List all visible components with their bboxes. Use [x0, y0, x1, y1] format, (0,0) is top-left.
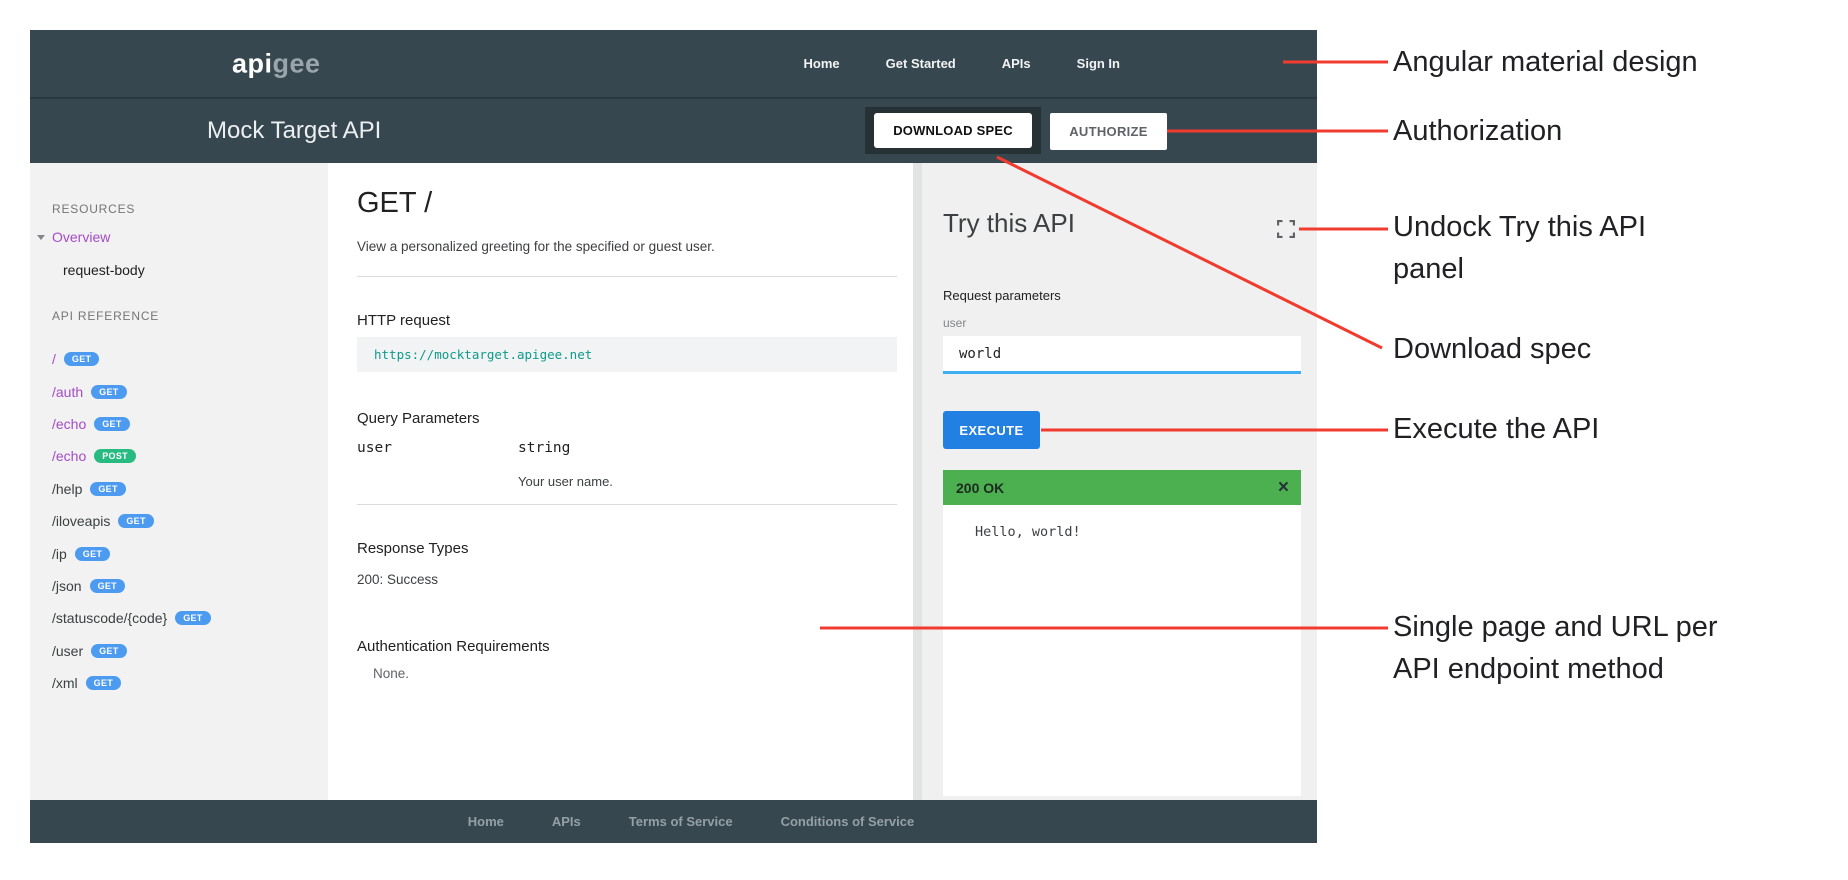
- endpoint-path: /xml: [52, 675, 78, 691]
- sidebar-item-endpoint[interactable]: /user GET: [52, 635, 211, 667]
- endpoint-path: /statuscode/{code}: [52, 610, 167, 626]
- endpoint-path: /ip: [52, 546, 67, 562]
- endpoint-path: /user: [52, 643, 83, 659]
- annotation-execute: Execute the API: [1393, 408, 1813, 450]
- sidebar-item-endpoint[interactable]: /iloveapis GET: [52, 505, 211, 537]
- annotation-authorization: Authorization: [1393, 110, 1813, 152]
- endpoint-path: /echo: [52, 448, 86, 464]
- nav-links: Home Get Started APIs Sign In: [804, 30, 1120, 97]
- api-title-bar: Mock Target API DOWNLOAD SPEC AUTHORIZE: [30, 99, 1317, 163]
- endpoint-path: /: [52, 351, 56, 367]
- method-badge: POST: [94, 449, 136, 463]
- response-types-header: Response Types: [357, 540, 468, 557]
- endpoint-doc-panel: GET / View a personalized greeting for t…: [328, 163, 913, 800]
- authorize-button[interactable]: AUTHORIZE: [1050, 113, 1167, 150]
- annotation-single-page: Single page and URL per API endpoint met…: [1393, 606, 1813, 690]
- api-reference-header: API REFERENCE: [52, 309, 159, 323]
- user-field-label: user: [943, 316, 966, 330]
- sidebar-item-overview[interactable]: Overview: [37, 229, 110, 245]
- footer-link-conditions[interactable]: Conditions of Service: [781, 814, 915, 829]
- nav-link-sign-in[interactable]: Sign In: [1077, 56, 1120, 71]
- page: apigee Home Get Started APIs Sign In Moc…: [0, 0, 1848, 880]
- sidebar-item-endpoint[interactable]: /ip GET: [52, 537, 211, 569]
- logo-part-gee: gee: [273, 48, 321, 78]
- footer-link-home[interactable]: Home: [468, 814, 504, 829]
- api-portal-window: apigee Home Get Started APIs Sign In Moc…: [30, 30, 1317, 843]
- sidebar-item-endpoint[interactable]: /help GET: [52, 473, 211, 505]
- response-type-value: 200: Success: [357, 572, 438, 587]
- apigee-logo: apigee: [232, 48, 321, 79]
- endpoint-path: /json: [52, 578, 82, 594]
- divider: [357, 504, 897, 505]
- overview-label: Overview: [52, 229, 110, 245]
- execute-button[interactable]: EXECUTE: [943, 411, 1040, 449]
- status-code: 200 OK: [956, 480, 1004, 496]
- method-badge: GET: [118, 514, 153, 528]
- footer-link-terms[interactable]: Terms of Service: [629, 814, 733, 829]
- sidebar-item-endpoint[interactable]: /echo GET: [52, 408, 211, 440]
- auth-requirements-value: None.: [373, 666, 409, 681]
- endpoint-path: /auth: [52, 384, 83, 400]
- method-badge: GET: [64, 352, 99, 366]
- param-type: string: [518, 440, 570, 456]
- response-body: Hello, world!: [943, 505, 1301, 540]
- close-icon[interactable]: ×: [1278, 478, 1289, 497]
- method-badge: GET: [175, 611, 210, 625]
- endpoint-list: / GET /auth GET /echo GET /echo POST: [52, 343, 211, 699]
- annotation-download-spec: Download spec: [1393, 328, 1813, 370]
- method-badge: GET: [86, 676, 121, 690]
- nav-link-home[interactable]: Home: [804, 56, 840, 71]
- annotation-angular-material: Angular material design: [1393, 41, 1813, 83]
- method-badge: GET: [91, 385, 126, 399]
- footer: Home APIs Terms of Service Conditions of…: [30, 800, 1317, 843]
- param-description: Your user name.: [518, 474, 613, 489]
- resources-header: RESOURCES: [52, 202, 135, 216]
- annotation-undock: Undock Try this API panel: [1393, 206, 1813, 290]
- endpoint-title: GET /: [357, 187, 432, 220]
- auth-requirements-header: Authentication Requirements: [357, 638, 550, 655]
- response-status-bar: 200 OK ×: [943, 470, 1301, 505]
- http-request-url: https://mocktarget.apigee.net: [357, 337, 897, 372]
- method-badge: GET: [90, 482, 125, 496]
- sidebar: RESOURCES Overview request-body API REFE…: [30, 163, 328, 800]
- sidebar-item-endpoint[interactable]: /echo POST: [52, 440, 211, 472]
- request-parameters-label: Request parameters: [943, 288, 1061, 303]
- try-api-title: Try this API: [943, 208, 1075, 239]
- footer-link-apis[interactable]: APIs: [552, 814, 581, 829]
- divider: [357, 276, 897, 277]
- endpoint-path: /echo: [52, 416, 86, 432]
- endpoint-path: /iloveapis: [52, 513, 110, 529]
- sidebar-item-endpoint[interactable]: /auth GET: [52, 375, 211, 407]
- method-badge: GET: [94, 417, 129, 431]
- content-area: RESOURCES Overview request-body API REFE…: [30, 163, 1317, 800]
- endpoint-description: View a personalized greeting for the spe…: [357, 239, 715, 254]
- sidebar-item-request-body[interactable]: request-body: [63, 262, 145, 278]
- sidebar-item-endpoint[interactable]: /statuscode/{code} GET: [52, 602, 211, 634]
- param-name: user: [357, 440, 392, 456]
- sidebar-item-endpoint[interactable]: /xml GET: [52, 667, 211, 699]
- nav-link-apis[interactable]: APIs: [1002, 56, 1031, 71]
- nav-link-get-started[interactable]: Get Started: [886, 56, 956, 71]
- endpoint-path: /help: [52, 481, 82, 497]
- response-card: Hello, world!: [943, 505, 1301, 796]
- collapse-caret-icon: [37, 235, 45, 240]
- panel-divider: [913, 163, 922, 800]
- sidebar-item-endpoint[interactable]: / GET: [52, 343, 211, 375]
- query-parameters-header: Query Parameters: [357, 410, 480, 427]
- api-title: Mock Target API: [207, 117, 381, 145]
- method-badge: GET: [91, 644, 126, 658]
- method-badge: GET: [75, 547, 110, 561]
- method-badge: GET: [90, 579, 125, 593]
- logo-part-api: api: [232, 48, 273, 78]
- sidebar-item-endpoint[interactable]: /json GET: [52, 570, 211, 602]
- user-input[interactable]: [943, 336, 1301, 374]
- download-spec-highlight: DOWNLOAD SPEC: [865, 107, 1041, 154]
- http-request-header: HTTP request: [357, 312, 450, 329]
- undock-icon[interactable]: [1277, 220, 1295, 238]
- try-this-api-panel: Try this API Request parameters user EXE…: [922, 163, 1317, 800]
- top-navbar: apigee Home Get Started APIs Sign In: [30, 30, 1317, 99]
- download-spec-button[interactable]: DOWNLOAD SPEC: [874, 113, 1032, 148]
